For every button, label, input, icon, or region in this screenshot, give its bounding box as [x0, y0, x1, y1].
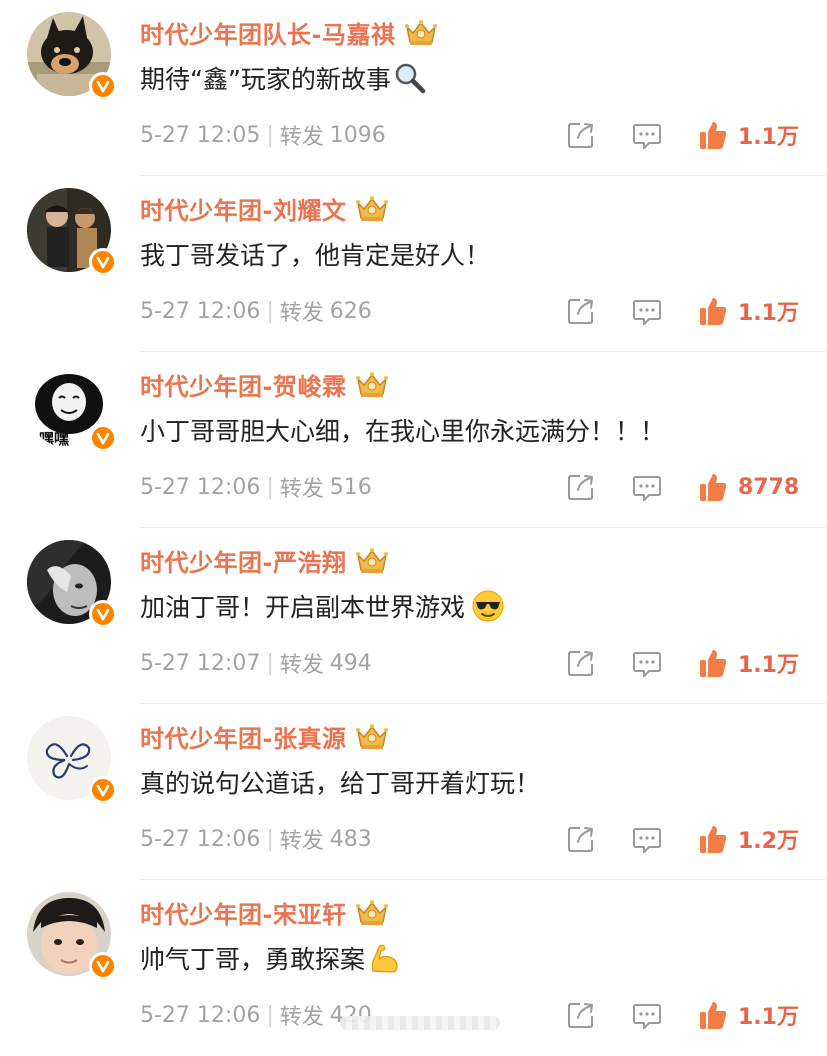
like-button[interactable]: 1.2万 — [698, 822, 799, 856]
share-icon[interactable] — [566, 1000, 596, 1030]
comment-time: 5-27 12:07 — [140, 650, 261, 676]
comment-time: 5-27 12:05 — [140, 122, 261, 148]
meta-separator: | — [266, 650, 274, 676]
magnifier-emoji-icon — [395, 63, 426, 94]
repost-label: 转发 — [279, 653, 324, 678]
comment-text: 小丁哥哥胆大心细，在我心里你永远满分！！！ — [140, 417, 666, 446]
comment-text: 真的说句公道话，给丁哥开着灯玩！ — [140, 769, 541, 798]
vip-crown-icon — [356, 548, 389, 573]
meta-separator: | — [266, 826, 274, 852]
share-icon[interactable] — [566, 296, 596, 326]
comment-icon[interactable] — [632, 824, 662, 854]
comment-feed: 时代少年团队长-马嘉祺 期待“鑫”玩家的新故事 5-27 12:05 | 转发 … — [0, 0, 827, 1048]
avatar-caption: 嘿嘿 — [39, 430, 69, 448]
share-icon[interactable] — [566, 120, 596, 150]
sunglasses-emoji-icon — [472, 590, 504, 622]
thumbs-up-icon — [700, 1002, 727, 1029]
meta-separator: | — [266, 122, 274, 148]
verified-badge-icon — [89, 424, 117, 452]
comment-time: 5-27 12:06 — [140, 1002, 261, 1028]
like-count: 1.2万 — [738, 829, 799, 854]
repost-count: 494 — [329, 650, 372, 676]
repost-count: 483 — [329, 826, 372, 852]
share-icon[interactable] — [566, 472, 596, 502]
comment-icon[interactable] — [632, 1000, 662, 1030]
meta-separator: | — [266, 298, 274, 324]
meta-separator: | — [266, 474, 274, 500]
verified-badge-icon — [89, 776, 117, 804]
comment-item: 嘿嘿 时代少年团-贺峻霖 小丁哥哥胆大心细，在我心里你永远满分！！！ 5-27 … — [0, 352, 827, 528]
like-count: 1.1万 — [738, 301, 799, 326]
comment-icon[interactable] — [632, 296, 662, 326]
repost-label: 转发 — [279, 1005, 324, 1030]
username[interactable]: 时代少年团-刘耀文 — [140, 191, 346, 226]
comment-time: 5-27 12:06 — [140, 474, 261, 500]
share-icon[interactable] — [566, 824, 596, 854]
comment-item: 时代少年团-张真源 真的说句公道话，给丁哥开着灯玩！ 5-27 12:06 | … — [0, 704, 827, 880]
vip-crown-icon — [405, 20, 438, 45]
username[interactable]: 时代少年团-宋亚轩 — [140, 895, 346, 930]
thumbs-up-icon — [700, 474, 727, 501]
comment-text: 我丁哥发话了，他肯定是好人！ — [140, 241, 491, 270]
comment-text: 加油丁哥！开启副本世界游戏 — [140, 593, 466, 622]
watermark-overlay — [340, 1016, 500, 1030]
verified-badge-icon — [89, 952, 117, 980]
like-button[interactable]: 8778 — [698, 470, 799, 504]
vip-crown-icon — [356, 900, 389, 925]
share-icon[interactable] — [566, 648, 596, 678]
verified-badge-icon — [89, 72, 117, 100]
comment-text: 期待“鑫”玩家的新故事 — [140, 65, 391, 94]
thumbs-up-icon — [700, 122, 727, 149]
thumbs-up-icon — [700, 650, 727, 677]
repost-label: 转发 — [279, 125, 324, 150]
username[interactable]: 时代少年团-严浩翔 — [140, 543, 346, 578]
avatar[interactable] — [27, 188, 117, 276]
comment-item: 时代少年团队长-马嘉祺 期待“鑫”玩家的新故事 5-27 12:05 | 转发 … — [0, 0, 827, 176]
avatar[interactable] — [27, 716, 117, 804]
repost-count: 1096 — [329, 122, 386, 148]
meta-separator: | — [266, 1002, 274, 1028]
username[interactable]: 时代少年团-贺峻霖 — [140, 367, 346, 402]
flexed-bicep-emoji-icon — [371, 944, 398, 973]
thumbs-up-icon — [700, 826, 727, 853]
comment-text: 帅气丁哥，勇敢探案 — [140, 945, 366, 974]
like-button[interactable]: 1.1万 — [698, 294, 799, 328]
avatar[interactable] — [27, 540, 117, 628]
repost-count: 516 — [329, 474, 372, 500]
comment-item: 时代少年团-严浩翔 加油丁哥！开启副本世界游戏 5-27 12:07 | 转发 … — [0, 528, 827, 704]
like-count: 1.1万 — [738, 653, 799, 678]
repost-label: 转发 — [279, 301, 324, 326]
avatar[interactable]: 嘿嘿 — [27, 364, 117, 452]
comment-time: 5-27 12:06 — [140, 298, 261, 324]
like-count: 8778 — [738, 474, 800, 500]
avatar[interactable] — [27, 892, 117, 980]
like-count: 1.1万 — [738, 125, 799, 150]
like-button[interactable]: 1.1万 — [698, 646, 799, 680]
repost-label: 转发 — [279, 477, 324, 502]
verified-badge-icon — [89, 248, 117, 276]
comment-icon[interactable] — [632, 120, 662, 150]
username[interactable]: 时代少年团-张真源 — [140, 719, 346, 754]
verified-badge-icon — [89, 600, 117, 628]
comment-icon[interactable] — [632, 648, 662, 678]
like-count: 1.1万 — [738, 1005, 799, 1030]
comment-time: 5-27 12:06 — [140, 826, 261, 852]
username[interactable]: 时代少年团队长-马嘉祺 — [140, 15, 395, 50]
avatar[interactable] — [27, 12, 117, 100]
vip-crown-icon — [356, 372, 389, 397]
repost-label: 转发 — [279, 829, 324, 854]
thumbs-up-icon — [700, 298, 727, 325]
like-button[interactable]: 1.1万 — [698, 998, 799, 1032]
comment-item: 时代少年团-刘耀文 我丁哥发话了，他肯定是好人！ 5-27 12:06 | 转发… — [0, 176, 827, 352]
repost-count: 626 — [329, 298, 372, 324]
like-button[interactable]: 1.1万 — [698, 118, 799, 152]
comment-icon[interactable] — [632, 472, 662, 502]
vip-crown-icon — [356, 724, 389, 749]
vip-crown-icon — [356, 196, 389, 221]
